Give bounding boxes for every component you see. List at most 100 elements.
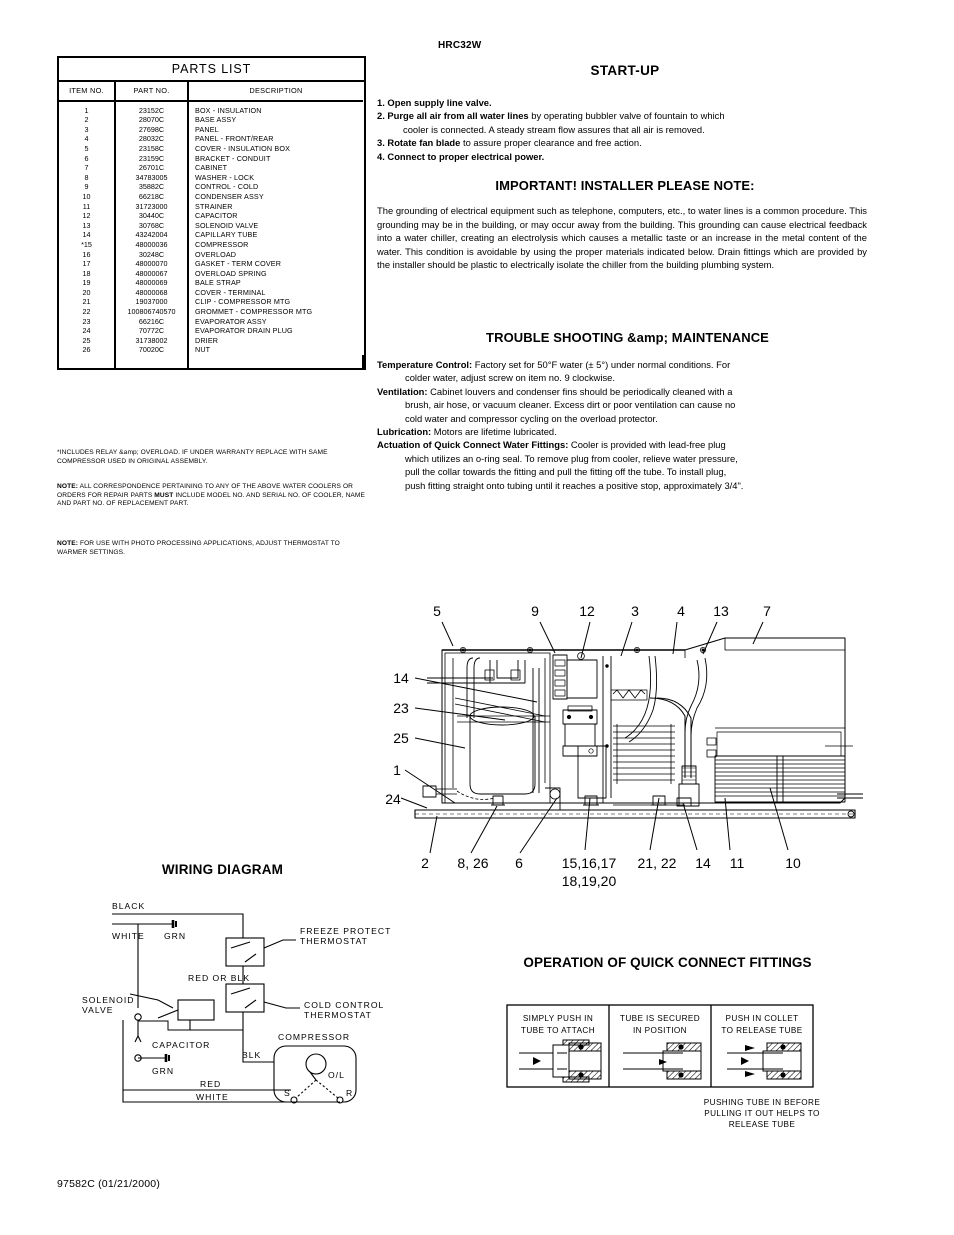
cell-item-no: 26 — [59, 345, 116, 356]
table-row: 21 19037000 CLIP - COMPRESSOR MTG — [59, 297, 363, 308]
cell-item-no: 23 — [59, 316, 116, 327]
ventilation-continued-2: cold water and compressor cycling on the… — [405, 412, 658, 424]
cell-description: SOLENOID VALVE — [195, 220, 259, 230]
wiring-label-solenoid-2: VALVE — [82, 1005, 113, 1015]
cell-item-no: *15 — [59, 239, 116, 250]
troubleshooting-heading: TROUBLE SHOOTING &amp; MAINTENANCE — [486, 330, 769, 345]
startup-step-2-bold: 2. Purge all air from all water lines — [377, 110, 529, 122]
cell-part-no: 28032C — [115, 134, 189, 144]
cell-item-no: 25 — [59, 335, 116, 346]
cell-description: CAPACITOR — [195, 211, 238, 221]
note-correspondence: NOTE: ALL CORRESPONDENCE PERTAINING TO A… — [57, 483, 369, 509]
cell-description: PANEL — [195, 124, 219, 134]
parts-list-table: PARTS LIST ITEM NO. PART NO. DESCRIPTION… — [57, 56, 366, 371]
cell-item-no: 16 — [59, 249, 116, 260]
startup-step-2-rest: by operating bubbler valve of fountain t… — [528, 110, 725, 122]
startup-step-4-text: 4. Connect to proper electrical power. — [377, 150, 545, 162]
note-correspondence-label: NOTE: — [57, 483, 79, 490]
parts-list-title: PARTS LIST — [59, 58, 364, 82]
table-bottom-padding — [59, 355, 364, 369]
table-row: 17 48000070 GASKET - TERM COVER — [59, 259, 363, 269]
qc-panel-0-line2: TUBE TO ATTACH — [521, 1026, 595, 1035]
cell-item-no: 4 — [59, 134, 116, 144]
cell-part-no: 100806740570 — [115, 307, 189, 317]
cell-description: BRACKET - CONDUIT — [195, 153, 271, 163]
callout-left-0: 14 — [393, 670, 409, 686]
wiring-label-blk: BLK — [242, 1050, 261, 1060]
temperature-control-entry: Temperature Control: Factory set for 50°… — [377, 358, 873, 371]
cell-part-no: 48000069 — [115, 278, 189, 288]
startup-steps: 1. Open supply line valve. 2. Purge all … — [377, 96, 873, 163]
wiring-label-grn-top: GRN — [164, 931, 186, 941]
wiring-diagram: BLACK WHITE GRN SOLENOID VALVE RED OR BL… — [78, 890, 398, 1105]
cell-description: EVAPORATOR ASSY — [195, 316, 267, 326]
qc-caption-0: PUSHING TUBE IN BEFORE — [704, 1098, 821, 1107]
cell-description: BOX - INSULATION — [195, 105, 262, 115]
cell-part-no: 70772C — [115, 326, 189, 336]
wiring-label-cold-1: COLD CONTROL — [304, 1000, 384, 1010]
cell-part-no: 23159C — [115, 153, 189, 164]
assembly-diagram-svg: 5 9 12 3 4 13 7 14 23 25 1 24 2 8, 26 6 … — [385, 603, 863, 889]
table-row: 8 34783005 WASHER - LOCK — [59, 172, 363, 183]
ventilation-continued-1: brush, air hose, or vacuum cleaner. Exce… — [405, 399, 736, 411]
cell-part-no: 23158C — [115, 143, 189, 154]
lubrication-entry: Lubrication: Motors are lifetime lubrica… — [377, 425, 873, 438]
callout-bottom-3: 15,16,17 — [562, 855, 617, 871]
note-correspondence-must: MUST — [154, 491, 174, 499]
note-photo-label: NOTE: — [57, 540, 79, 547]
qc-caption-1: PULLING IT OUT HELPS TO — [704, 1109, 820, 1118]
callout-top-4: 4 — [677, 603, 685, 619]
cell-description: STRAINER — [195, 201, 233, 211]
parts-table: ITEM NO. PART NO. DESCRIPTION 1 23152C BOX… — [59, 82, 364, 369]
wiring-label-solenoid-1: SOLENOID — [82, 995, 134, 1005]
startup-step-2: 2. Purge all air from all water lines by… — [377, 109, 873, 122]
cell-description: CONTROL - COLD — [195, 182, 259, 192]
table-row: 4 28032C PANEL - FRONT/REAR — [59, 134, 363, 144]
callout-bottom-6: 11 — [730, 855, 745, 871]
cell-item-no: 12 — [59, 211, 116, 221]
cell-description: GROMMET - COMPRESSOR MTG — [195, 307, 313, 317]
table-row: 7 26701C CABINET — [59, 163, 363, 173]
wiring-diagram-svg: BLACK WHITE GRN SOLENOID VALVE RED OR BL… — [82, 901, 391, 1104]
callout-bottom-0: 2 — [421, 855, 429, 871]
cell-part-no: 66218C — [115, 191, 189, 202]
cell-item-no: 9 — [59, 182, 116, 192]
actuation-continued-2: pull the collar towards the fitting and … — [405, 466, 727, 478]
table-row: 25 31738002 DRIER — [59, 335, 363, 346]
cell-item-no: 21 — [59, 297, 116, 308]
wiring-label-red-bottom: RED — [200, 1079, 221, 1089]
cell-description: CONDENSER ASSY — [195, 191, 264, 201]
actuation-text: Cooler is provided with lead-free plug — [568, 439, 726, 451]
cell-part-no: 66216C — [115, 316, 189, 327]
table-row: 10 66218C CONDENSER ASSY — [59, 191, 363, 202]
cell-item-no: 1 — [59, 100, 116, 116]
actuation-label: Actuation of Quick Connect Water Fitting… — [377, 439, 569, 451]
troubleshooting-body: Temperature Control: Factory set for 50°… — [377, 358, 873, 492]
model-number-label: HRC32W — [438, 40, 482, 51]
cell-item-no: 8 — [59, 172, 116, 183]
qc-caption-2: RELEASE TUBE — [729, 1120, 796, 1129]
callout-bottom-5: 14 — [695, 855, 711, 871]
lubrication-label: Lubrication: — [377, 426, 432, 438]
table-row: 1 23152C BOX - INSULATION — [59, 100, 363, 116]
cell-item-no: 18 — [59, 268, 116, 279]
table-row: 12 30440C CAPACITOR — [59, 211, 363, 221]
table-row: 26 70020C NUT — [59, 345, 363, 356]
callout-top-2: 12 — [579, 603, 595, 619]
cell-part-no: 30768C — [115, 220, 189, 231]
startup-step-3: 3. Rotate fan blade to assure proper cle… — [377, 136, 873, 149]
startup-step-2-continued: cooler is connected. A steady stream flo… — [403, 123, 705, 135]
wiring-label-grn-bottom: GRN — [152, 1066, 174, 1076]
callout-left-2: 25 — [393, 730, 409, 746]
startup-step-4: 4. Connect to proper electrical power. — [377, 150, 873, 163]
cell-item-no: 2 — [59, 115, 116, 125]
column-header-item-no: ITEM NO. — [59, 82, 116, 102]
qc-panel-2-line1: PUSH IN COLLET — [726, 1014, 799, 1023]
callout-top-3: 3 — [631, 603, 639, 619]
wiring-label-freeze-1: FREEZE PROTECT — [300, 926, 391, 936]
wiring-label-capacitor: CAPACITOR — [152, 1040, 210, 1050]
table-row: 9 35882C CONTROL - COLD — [59, 182, 363, 192]
callout-top-1: 9 — [531, 603, 539, 619]
quick-connect-figure: SIMPLY PUSH IN TUBE TO ATTACH TUBE IS SE… — [505, 1003, 835, 1148]
parts-table-body: 1 23152C BOX - INSULATION 2 28070C BASE ASSY 3… — [59, 100, 364, 369]
